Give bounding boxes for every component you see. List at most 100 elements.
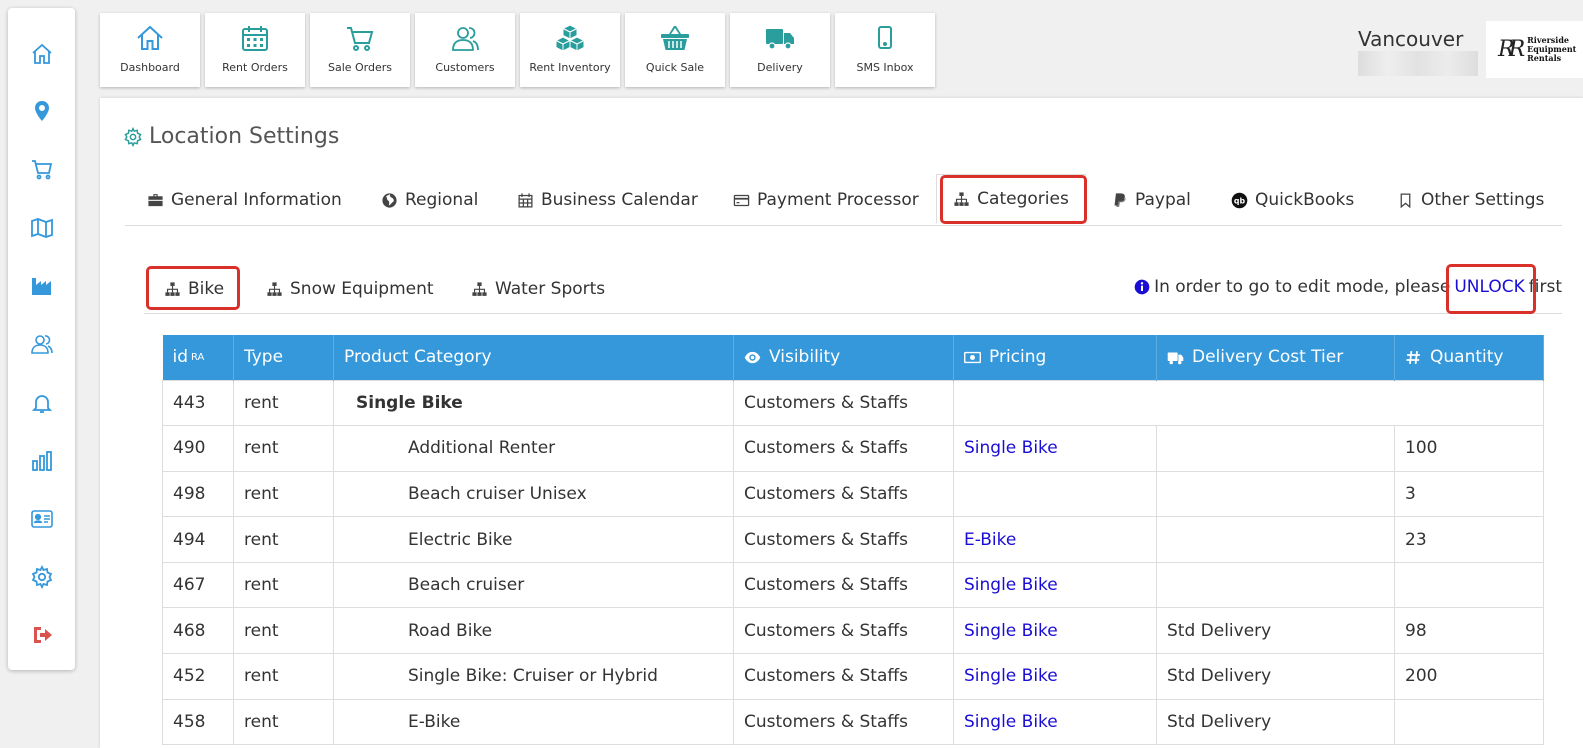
cell-visibility: Customers & Staffs [733,470,954,518]
edit-mode-notice: In order to go to edit mode, please UNLO… [1134,277,1562,297]
cell-pricing-link[interactable]: E-Bike [953,516,1157,563]
table-row[interactable]: 490 rent Additional Renter Customers & S… [162,425,1544,472]
nav-quick-sale-button[interactable]: Quick Sale [625,13,725,87]
nav-customers-button[interactable]: Customers [415,13,515,87]
calendar-icon [240,21,270,55]
basket-icon [660,21,690,55]
home-icon [135,21,165,55]
cell-visibility: Customers & Staffs [733,561,954,609]
tab-categories[interactable]: Categories [936,174,1086,224]
location-pin-icon[interactable] [29,98,55,124]
cell-id: 494 [162,516,234,563]
table-row[interactable]: 467 rent Beach cruiser Customers & Staff… [162,561,1544,609]
tab-business-calendar[interactable]: Business Calendar [517,176,698,224]
sitemap-icon [472,281,487,296]
tab-quickbooks[interactable]: qb QuickBooks [1231,176,1354,224]
nav-label: Customers [435,61,495,74]
cell-category: Beach cruiser Unisex [333,470,734,518]
unlock-link[interactable]: UNLOCK [1454,277,1524,297]
cell-visibility: Customers & Staffs [733,698,954,746]
cell-visibility: Customers & Staffs [733,425,954,472]
cell-category: E-Bike [333,698,734,746]
cell-type: rent [233,698,334,746]
tab-general-information[interactable]: General Information [147,176,342,224]
subtab-bike[interactable]: Bike [164,266,224,312]
cell-pricing-link[interactable]: Single Bike [953,561,1157,609]
id-card-icon[interactable] [29,506,55,532]
cell-quantity: 98 [1394,607,1544,655]
column-header-visibility[interactable]: Visibility [733,335,954,380]
cell-visibility: Customers & Staffs [733,653,954,700]
factory-icon[interactable] [29,273,55,299]
cell-pricing-link[interactable]: Single Bike [953,425,1157,472]
cell-id: 467 [162,561,234,609]
cell-pricing-link[interactable]: Single Bike [953,698,1157,746]
cell-id: 490 [162,425,234,472]
sitemap-icon [165,281,180,296]
tab-other-settings[interactable]: Other Settings [1397,176,1544,224]
cart-icon [345,21,375,55]
column-header-product-category[interactable]: Product Category [333,335,734,380]
cell-type: rent [233,425,334,472]
cell-id: 458 [162,698,234,746]
cell-delivery: Std Delivery [1156,607,1395,655]
nav-dashboard-button[interactable]: Dashboard [100,13,200,87]
bell-icon[interactable] [29,390,55,416]
cell-pricing-link[interactable]: Single Bike [953,653,1157,700]
column-header-type[interactable]: Type [233,335,334,380]
cell-pricing-link[interactable] [953,470,1157,518]
column-header-pricing[interactable]: Pricing [953,335,1157,380]
map-icon[interactable] [29,215,55,241]
column-header-delivery-cost-tier[interactable]: Delivery Cost Tier [1156,335,1395,380]
cell-delivery [1156,425,1395,472]
bar-chart-icon[interactable] [29,448,55,474]
eye-icon [744,351,761,363]
cell-id: 498 [162,470,234,518]
main-panel: Location Settings General Information Re… [100,98,1583,748]
tab-paypal[interactable]: Paypal [1111,176,1191,224]
cell-quantity [1394,698,1544,746]
nav-sms-inbox-button[interactable]: SMS Inbox [835,13,935,87]
nav-delivery-button[interactable]: Delivery [730,13,830,87]
logo-text: Riverside Equipment Rentals [1527,35,1577,63]
current-location[interactable]: Vancouver [1358,27,1463,51]
table-row[interactable]: 498 rent Beach cruiser Unisex Customers … [162,470,1544,518]
home-icon[interactable] [29,41,55,67]
cell-delivery [1156,561,1395,609]
sidebar [8,8,75,670]
cell-id: 452 [162,653,234,700]
table-row[interactable]: 452 rent Single Bike: Cruiser or Hybrid … [162,653,1544,700]
tab-payment-processor[interactable]: Payment Processor [733,176,919,224]
column-header-quantity[interactable]: Quantity [1394,335,1544,380]
settings-gear-icon[interactable] [29,564,55,590]
users-icon[interactable] [29,331,55,357]
subtab-snow-equipment[interactable]: Snow Equipment [266,266,434,312]
cell-pricing-link[interactable]: Single Bike [953,607,1157,655]
table-row[interactable]: 458 rent E-Bike Customers & Staffs Singl… [162,698,1544,746]
logout-icon[interactable] [29,622,55,648]
hashtag-icon [1406,350,1420,364]
cell-type: rent [233,470,334,518]
nav-rent-orders-button[interactable]: Rent Orders [205,13,305,87]
table-row[interactable]: 443 rent Single Bike Customers & Staffs [162,379,1544,427]
cart-icon[interactable] [29,156,55,182]
subtab-water-sports[interactable]: Water Sports [471,266,605,312]
cell-category: Beach cruiser [333,561,734,609]
cell-visibility: Customers & Staffs [733,607,954,655]
nav-rent-inventory-button[interactable]: Rent Inventory [520,13,620,87]
logo-mark-icon: RR [1498,37,1525,62]
nav-label: Dashboard [120,61,180,74]
cell-category: Single Bike [333,379,734,427]
cell-category: Electric Bike [333,516,734,563]
paypal-icon [1114,192,1126,207]
table-row[interactable]: 468 rent Road Bike Customers & Staffs Si… [162,607,1544,655]
cell-type: rent [233,516,334,563]
cell-id: 443 [162,379,234,427]
tab-regional[interactable]: Regional [381,176,478,224]
cell-id: 468 [162,607,234,655]
cell-visibility: Customers & Staffs [733,379,954,427]
column-header-id[interactable]: id RA [162,335,234,380]
table-row[interactable]: 494 rent Electric Bike Customers & Staff… [162,516,1544,563]
cell-quantity [1394,561,1544,609]
nav-sale-orders-button[interactable]: Sale Orders [310,13,410,87]
